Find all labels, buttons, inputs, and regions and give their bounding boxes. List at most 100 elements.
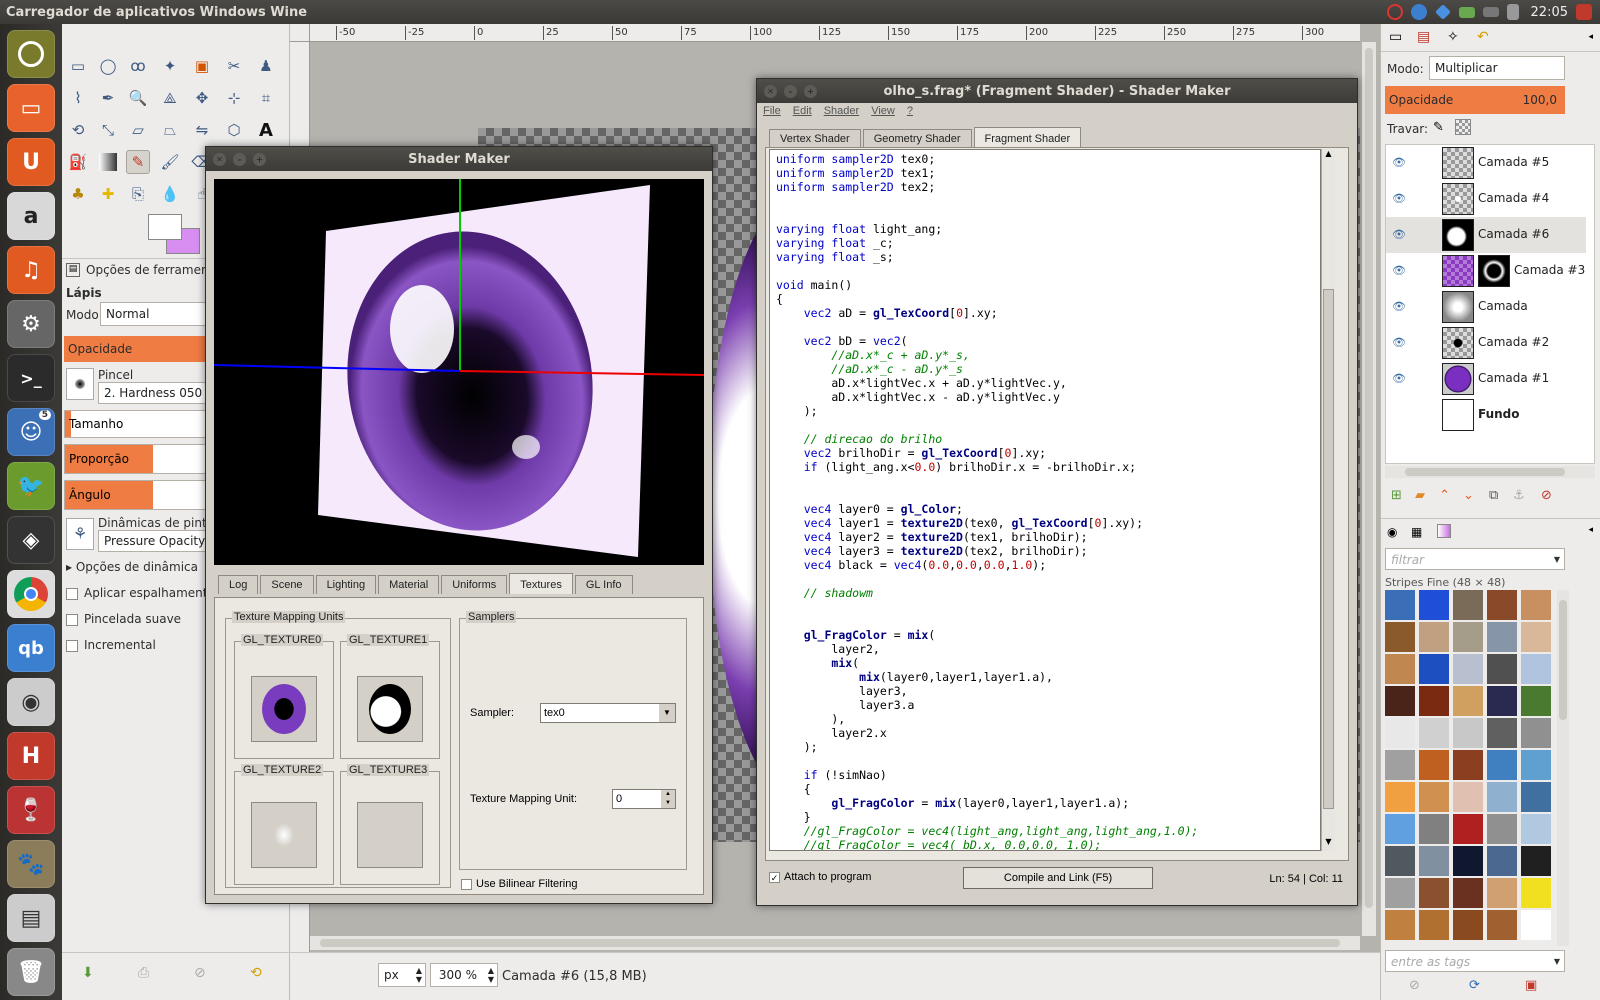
clone-icon[interactable]: ♣: [66, 182, 90, 206]
scale-icon[interactable]: ⤡: [96, 118, 120, 142]
scissors-icon[interactable]: ✂: [222, 54, 246, 78]
pattern-swatch[interactable]: [1521, 654, 1551, 684]
lock-pixels-icon[interactable]: ✎: [1433, 120, 1444, 135]
new-group-icon[interactable]: ▰: [1415, 488, 1425, 503]
pattern-swatch[interactable]: [1487, 750, 1517, 780]
brush-preview[interactable]: [66, 368, 94, 400]
pattern-swatch[interactable]: [1487, 686, 1517, 716]
layer-row[interactable]: 👁 Camada #2: [1386, 325, 1586, 361]
gl-viewport[interactable]: [214, 179, 704, 565]
attach-checkbox[interactable]: ✓ Attach to program: [769, 871, 871, 883]
blur-icon[interactable]: 💧: [158, 182, 182, 206]
tab-gl-info[interactable]: GL Info: [574, 575, 633, 594]
tab-vertex-shader[interactable]: Vertex Shader: [769, 129, 861, 148]
gradient-icon[interactable]: [99, 153, 117, 171]
paintbrush-icon[interactable]: 🖌: [158, 150, 182, 174]
layers-tab-icon[interactable]: ▤: [1417, 29, 1430, 45]
amazon-icon[interactable]: a: [7, 192, 55, 240]
scroll-down-icon[interactable]: ▼: [1322, 837, 1335, 851]
shader-maker-titlebar[interactable]: ✕ – + Shader Maker: [206, 147, 712, 171]
pattern-swatch[interactable]: [1419, 622, 1449, 652]
pattern-swatch[interactable]: [1385, 686, 1415, 716]
pattern-swatch[interactable]: [1521, 782, 1551, 812]
pattern-swatch[interactable]: [1521, 878, 1551, 908]
dynamics-icon[interactable]: ⚘: [66, 518, 94, 550]
pattern-swatch[interactable]: [1453, 782, 1483, 812]
pattern-swatch[interactable]: [1419, 814, 1449, 844]
qbittorrent-icon[interactable]: qb: [7, 624, 55, 672]
tab-lighting[interactable]: Lighting: [315, 575, 377, 594]
layers-hscroll[interactable]: [1385, 466, 1595, 478]
ellipse-select-icon[interactable]: ◯: [96, 54, 120, 78]
incremental-checkbox[interactable]: Incremental: [66, 638, 156, 652]
menu-item[interactable]: File: [763, 105, 781, 117]
layer-mask-thumbnail[interactable]: [1478, 255, 1510, 287]
pattern-swatch[interactable]: [1521, 750, 1551, 780]
rotate-icon[interactable]: ⟲: [66, 118, 90, 142]
editor-maximize-icon[interactable]: +: [804, 84, 817, 98]
volume-icon[interactable]: [1506, 4, 1519, 20]
zoom-field[interactable]: 300 % ▲ ▼: [430, 963, 498, 987]
menu-item[interactable]: ?: [907, 105, 913, 117]
new-layer-icon[interactable]: ⊞: [1391, 488, 1402, 503]
pattern-swatch[interactable]: [1487, 718, 1517, 748]
pattern-swatch[interactable]: [1487, 590, 1517, 620]
texture-thumb-1[interactable]: [357, 676, 423, 742]
save-options-icon[interactable]: ⬇: [82, 965, 94, 981]
zoom-icon[interactable]: 🔍: [126, 86, 150, 110]
lock-alpha-icon[interactable]: [1455, 119, 1471, 135]
layer-opacity-slider[interactable]: Opacidade 100,0: [1385, 86, 1565, 114]
terminal-icon[interactable]: >_: [7, 354, 55, 402]
pattern-swatch[interactable]: [1487, 878, 1517, 908]
pattern-swatch[interactable]: [1419, 910, 1449, 940]
code-scrollbar[interactable]: ▲ ▼: [1321, 149, 1335, 851]
pattern-swatch[interactable]: [1521, 814, 1551, 844]
pattern-swatch[interactable]: [1385, 782, 1415, 812]
menu-item[interactable]: View: [871, 105, 895, 117]
maximize-icon[interactable]: +: [253, 152, 266, 166]
raise-layer-icon[interactable]: ⌃: [1439, 488, 1450, 503]
scroll-up-icon[interactable]: ▲: [1322, 149, 1335, 163]
menu-item[interactable]: Edit: [793, 105, 812, 117]
layer-row[interactable]: 👁 Camada #5: [1386, 145, 1586, 181]
crop-icon[interactable]: ⌗: [254, 86, 278, 110]
layer-row[interactable]: 👁 Camada: [1386, 289, 1586, 325]
pattern-swatch[interactable]: [1521, 590, 1551, 620]
visibility-eye-icon[interactable]: 👁: [1392, 228, 1406, 241]
restore-options-icon[interactable]: ⎙: [138, 965, 149, 981]
software-icon[interactable]: H: [7, 732, 55, 780]
minimize-icon[interactable]: –: [233, 152, 246, 166]
fuzzy-select-icon[interactable]: ✦: [158, 54, 182, 78]
layer-mode-select[interactable]: Multiplicar: [1429, 56, 1565, 80]
settings-icon[interactable]: ⚙: [7, 300, 55, 348]
texture-thumb-0[interactable]: [251, 676, 317, 742]
perspective-icon[interactable]: ⏢: [158, 118, 182, 142]
pattern-swatch[interactable]: [1385, 814, 1415, 844]
visibility-eye-icon[interactable]: 👁: [1392, 264, 1406, 277]
pattern-swatch[interactable]: [1385, 750, 1415, 780]
pattern-scrollbar[interactable]: [1557, 590, 1569, 946]
rect-select-icon[interactable]: ▭: [66, 54, 90, 78]
inkscape-icon[interactable]: ◈: [7, 516, 55, 564]
pattern-swatch[interactable]: [1453, 718, 1483, 748]
perspective-clone-icon[interactable]: ⎘: [126, 182, 150, 206]
channels-tab-icon[interactable]: ✧: [1447, 29, 1459, 45]
texture-thumb-2[interactable]: [251, 802, 317, 868]
layer-row[interactable]: 👁 Camada #1: [1386, 361, 1586, 397]
editor-close-icon[interactable]: ✕: [764, 84, 777, 98]
pattern-swatch[interactable]: [1385, 718, 1415, 748]
pattern-swatch[interactable]: [1487, 846, 1517, 876]
pattern-swatch[interactable]: [1487, 814, 1517, 844]
tab-fragment-shader[interactable]: Fragment Shader: [973, 127, 1082, 148]
dynamics-options-toggle[interactable]: ▸ Opções de dinâmica: [66, 560, 198, 574]
clock[interactable]: 22:05: [1531, 5, 1568, 20]
pattern-swatch[interactable]: [1521, 686, 1551, 716]
ubuntu-one-icon[interactable]: U: [7, 138, 55, 186]
pidgin-icon[interactable]: 🐦: [7, 462, 55, 510]
tool-options-tab-icon[interactable]: ▭: [1389, 29, 1402, 45]
heal-icon[interactable]: ✚: [96, 182, 120, 206]
pattern-swatch[interactable]: [1419, 878, 1449, 908]
pattern-swatch[interactable]: [1521, 846, 1551, 876]
patterns-menu-icon[interactable]: ◂: [1588, 525, 1593, 535]
layer-row[interactable]: 👁 Camada #3: [1386, 253, 1586, 289]
